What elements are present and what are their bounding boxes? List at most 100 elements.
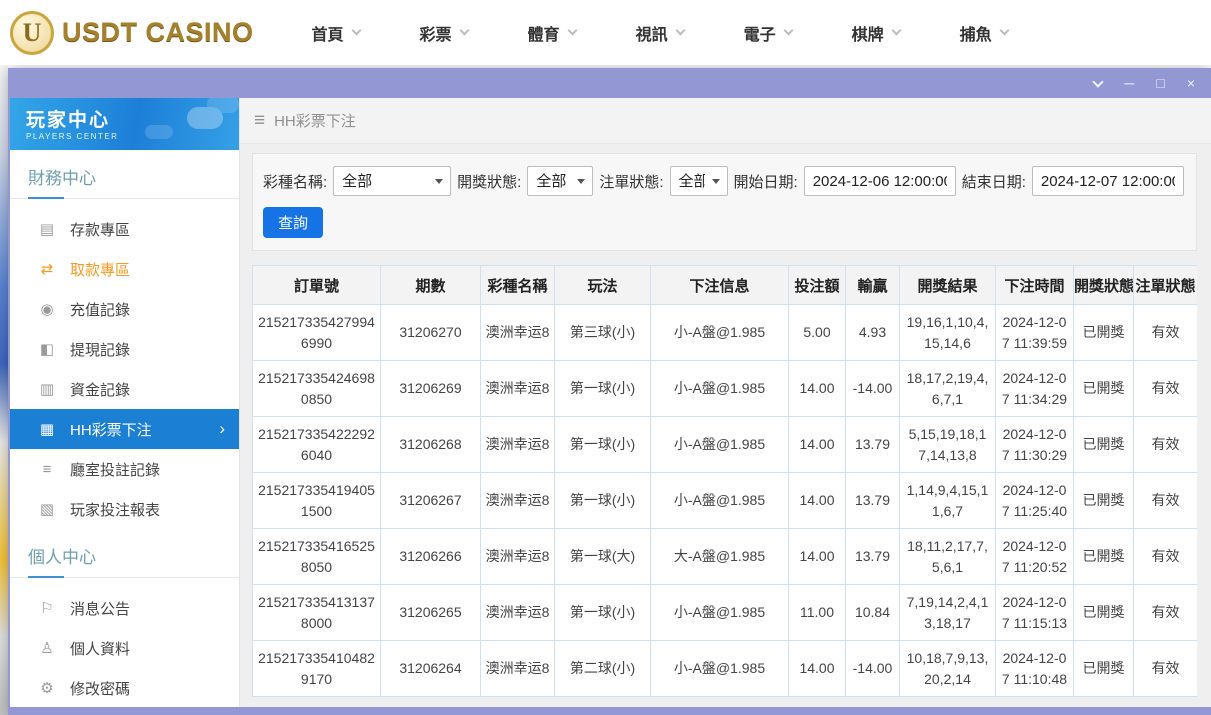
sidebar: 玩家中心 PLAYERS CENTER 財務中心 ▤ 存款專區 › ⇄	[10, 98, 240, 707]
window-maximize-icon[interactable]: □	[1156, 76, 1164, 90]
cell-play-type: 第一球(小)	[555, 361, 651, 417]
start-date-input[interactable]	[804, 166, 956, 196]
cell-period: 31206266	[381, 529, 481, 585]
cell-bet-amount: 14.00	[789, 473, 846, 529]
cell-draw-result: 5,15,19,18,17,14,13,8	[900, 417, 996, 473]
sidebar-item-withdraw-records[interactable]: ◧ 提現記錄 ›	[10, 329, 239, 369]
cell-period: 31206267	[381, 473, 481, 529]
cell-order-status: 有效	[1134, 361, 1198, 417]
nav-item-sports[interactable]: 體育	[528, 21, 576, 45]
bets-table: 訂單號期數彩種名稱玩法下注信息投注額輸贏開獎結果下注時間開獎狀態注單狀態 215…	[252, 265, 1197, 697]
main-content: ≡ HH彩票下注 彩種名稱: 全部 開獎狀態:	[240, 98, 1211, 707]
cell-period: 31206264	[381, 641, 481, 697]
cell-period: 31206268	[381, 417, 481, 473]
bets-table-wrap: 訂單號期數彩種名稱玩法下注信息投注額輸贏開獎結果下注時間開獎狀態注單狀態 215…	[252, 265, 1197, 707]
window-minimize-icon[interactable]: ─	[1124, 76, 1134, 90]
chevron-down-icon	[891, 26, 901, 36]
cell-bet-time: 2024-12-07 11:34:29	[996, 361, 1074, 417]
bet-table-header-row: 訂單號期數彩種名稱玩法下注信息投注額輸贏開獎結果下注時間開獎狀態注單狀態	[253, 266, 1198, 305]
nav-item-label: 電子	[744, 21, 776, 45]
top-navbar: U USDT CASINO 首頁 彩票 體育	[0, 0, 1211, 65]
draw-status-select[interactable]: 全部	[527, 166, 593, 196]
table-row: 215217335427994699031206270澳洲幸运8第三球(小)小-…	[253, 305, 1198, 361]
sidebar-item-label: 廳室投註記錄	[70, 459, 160, 480]
nav-item-label: 彩票	[420, 21, 452, 45]
sidebar-item-label: 消息公告	[70, 598, 130, 619]
cell-bet-time: 2024-12-07 11:39:59	[996, 305, 1074, 361]
page: U USDT CASINO 首頁 彩票 體育	[0, 0, 1211, 715]
sidebar-item-hh-lottery-bets[interactable]: ▦ HH彩票下注 ›	[10, 409, 239, 449]
sidebar-item-change-password[interactable]: ⚙ 修改密碼 ›	[10, 668, 239, 707]
chevron-down-icon	[567, 26, 577, 36]
search-button[interactable]: 查詢	[263, 207, 323, 238]
sidebar-item-label: 修改密碼	[70, 678, 130, 699]
cell-draw-status: 已開獎	[1074, 585, 1134, 641]
sidebar-item-label: 個人資料	[70, 638, 130, 659]
table-row: 215217335422292604031206268澳洲幸运8第一球(小)小-…	[253, 417, 1198, 473]
cell-order-status: 有效	[1134, 305, 1198, 361]
nav-item-label: 首頁	[312, 21, 344, 45]
nav-item-lottery[interactable]: 彩票	[420, 21, 468, 45]
filter-panel: 彩種名稱: 全部 開獎狀態: 全部 注單狀態:	[252, 153, 1197, 251]
cell-bet-info: 小-A盤@1.985	[651, 305, 789, 361]
cell-order-status: 有效	[1134, 529, 1198, 585]
site-logo[interactable]: U USDT CASINO	[10, 11, 254, 55]
sidebar-item-player-bet-report[interactable]: ▧ 玩家投注報表 ›	[10, 489, 239, 529]
nav-item-slots[interactable]: 電子	[744, 21, 792, 45]
nav-item-home[interactable]: 首頁	[312, 21, 360, 45]
cell-draw-result: 19,16,1,10,4,15,14,6	[900, 305, 996, 361]
cell-bet-info: 小-A盤@1.985	[651, 641, 789, 697]
sidebar-item-deposit-zone[interactable]: ▤ 存款專區 ›	[10, 209, 239, 249]
cell-draw-status: 已開獎	[1074, 473, 1134, 529]
lottery-name-select[interactable]: 全部	[333, 166, 451, 196]
lottery-bets-icon: ▦	[38, 420, 56, 438]
hall-bets-record-icon: ≡	[38, 461, 56, 478]
table-row: 215217335413137800031206265澳洲幸运8第一球(小)小-…	[253, 585, 1198, 641]
nav-item-fishing[interactable]: 捕魚	[960, 21, 1008, 45]
column-header-draw-result: 開獎結果	[900, 266, 996, 305]
cell-draw-status: 已開獎	[1074, 417, 1134, 473]
nav-item-live-video[interactable]: 視訊	[636, 21, 684, 45]
filter-row: 彩種名稱: 全部 開獎狀態: 全部 注單狀態:	[263, 166, 1186, 196]
page-title: HH彩票下注	[274, 110, 356, 131]
column-header-order-status: 注單狀態	[1134, 266, 1198, 305]
cell-order-no: 2152173354104829170	[253, 641, 381, 697]
logo-text: USDT CASINO	[62, 17, 254, 48]
cell-lottery-name: 澳洲幸运8	[481, 641, 555, 697]
cell-play-type: 第一球(大)	[555, 529, 651, 585]
order-status-select[interactable]: 全部	[670, 166, 728, 196]
recharge-record-icon: ◉	[38, 300, 56, 318]
sidebar-item-withdraw-zone[interactable]: ⇄ 取款專區 ›	[10, 249, 239, 289]
nav-item-board-games[interactable]: 棋牌	[852, 21, 900, 45]
cell-draw-result: 18,11,2,17,7,5,6,1	[900, 529, 996, 585]
end-date-label: 結束日期:	[962, 171, 1026, 192]
cell-bet-amount: 11.00	[789, 585, 846, 641]
sidebar-item-hall-bet-records[interactable]: ≡ 廳室投註記錄 ›	[10, 449, 239, 489]
announcement-bell-icon: ⚐	[38, 599, 56, 617]
menu-toggle-icon[interactable]: ≡	[254, 110, 265, 132]
cell-order-no: 2152173354246980850	[253, 361, 381, 417]
cell-bet-amount: 14.00	[789, 361, 846, 417]
window-rollup-icon[interactable]	[1093, 76, 1104, 87]
sidebar-item-profile[interactable]: ♙ 個人資料 ›	[10, 628, 239, 668]
sidebar-item-funds-records[interactable]: ▥ 資金記錄 ›	[10, 369, 239, 409]
person-icon: ♙	[38, 639, 56, 657]
funds-record-icon: ▥	[38, 380, 56, 398]
chevron-down-icon	[675, 26, 685, 36]
cell-bet-amount: 14.00	[789, 641, 846, 697]
sidebar-item-label: HH彩票下注	[70, 419, 152, 440]
sidebar-item-label: 充值記錄	[70, 299, 130, 320]
cell-order-status: 有效	[1134, 417, 1198, 473]
sidebar-item-announcements[interactable]: ⚐ 消息公告 ›	[10, 588, 239, 628]
end-date-input[interactable]	[1032, 166, 1184, 196]
breadcrumb: ≡ HH彩票下注	[240, 98, 1211, 144]
window-close-icon[interactable]: ×	[1187, 76, 1195, 90]
cell-bet-time: 2024-12-07 11:15:13	[996, 585, 1074, 641]
sidebar-item-recharge-records[interactable]: ◉ 充值記錄 ›	[10, 289, 239, 329]
sidebar-item-label: 存款專區	[70, 219, 130, 240]
table-row: 215217335419405150031206267澳洲幸运8第一球(小)小-…	[253, 473, 1198, 529]
cell-order-no: 2152173354194051500	[253, 473, 381, 529]
players-center-window: ─ □ × 玩家中心 PLAYERS CENTER 財務中心 ▤ 存款專區	[8, 68, 1211, 715]
cell-bet-info: 小-A盤@1.985	[651, 361, 789, 417]
cell-period: 31206270	[381, 305, 481, 361]
